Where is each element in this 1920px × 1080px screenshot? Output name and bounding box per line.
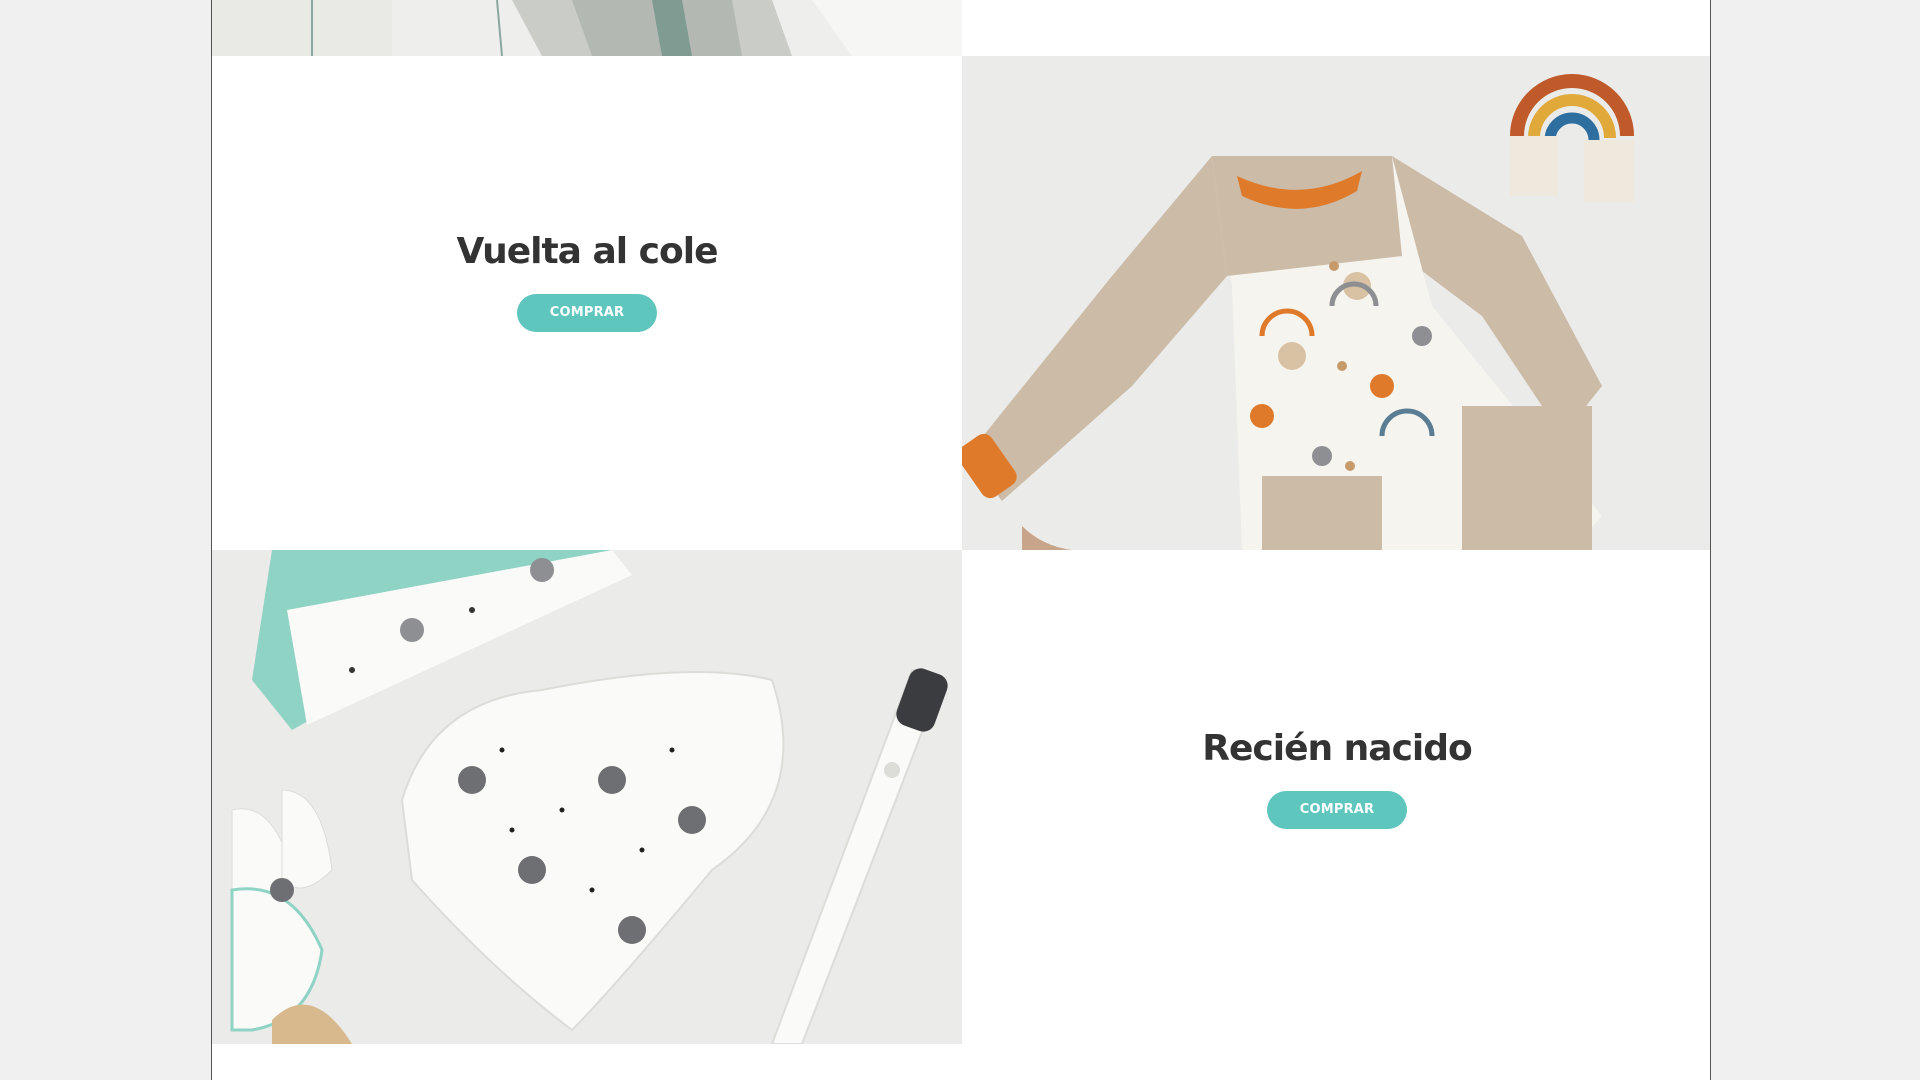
buy-button[interactable]: COMPRAR: [1267, 790, 1407, 829]
previous-category-photo: [212, 0, 962, 56]
school-smock-photo: [962, 56, 1710, 550]
promo-vuelta-al-cole: Vuelta al cole COMPRAR: [212, 56, 962, 550]
buy-button[interactable]: COMPRAR: [517, 293, 657, 332]
recien-nacido-image[interactable]: [212, 550, 962, 1044]
promo-title: Recién nacido: [1202, 727, 1472, 769]
promo-title: Vuelta al cole: [456, 230, 719, 272]
next-section-start: [212, 1044, 1710, 1080]
previous-category-promo: [962, 0, 1710, 56]
promo-recien-nacido: Recién nacido COMPRAR: [962, 550, 1710, 1044]
category-grid: Vuelta al cole COMPRAR Recién nacido COM…: [211, 0, 1711, 1080]
vuelta-al-cole-image[interactable]: [962, 56, 1710, 550]
newborn-accessories-photo: [212, 550, 962, 1044]
previous-category-image[interactable]: [212, 0, 962, 56]
